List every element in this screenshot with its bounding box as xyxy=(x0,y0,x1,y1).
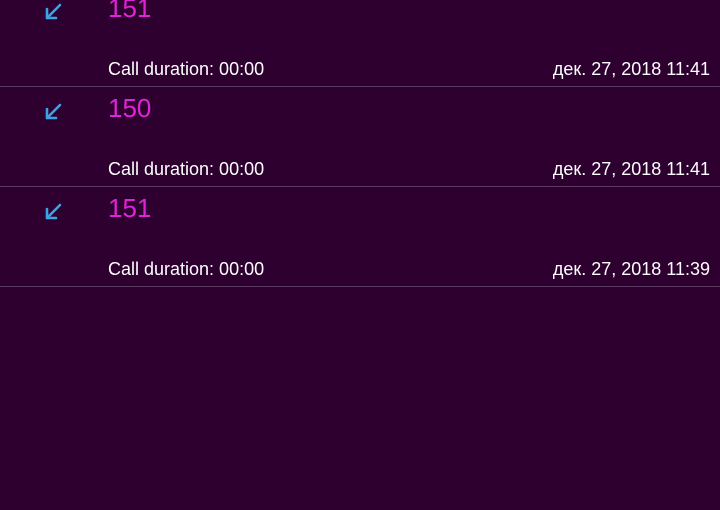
call-log-list: 151 Call duration: 00:00 дек. 27, 2018 1… xyxy=(0,0,720,287)
incoming-call-arrow-icon xyxy=(42,201,64,223)
call-log-screen: { "colors": { "background": "#2d0030", "… xyxy=(0,0,720,510)
caller-number: 150 xyxy=(108,93,152,123)
empty-list-area xyxy=(0,288,720,510)
call-log-item[interactable]: 151 Call duration: 00:00 дек. 27, 2018 1… xyxy=(0,0,720,87)
call-datetime: дек. 27, 2018 11:41 xyxy=(552,59,710,79)
call-datetime: дек. 27, 2018 11:39 xyxy=(552,259,710,279)
call-datetime: дек. 27, 2018 11:41 xyxy=(552,159,710,179)
call-duration: Call duration: 00:00 xyxy=(108,159,265,179)
call-log-item[interactable]: 150 Call duration: 00:00 дек. 27, 2018 1… xyxy=(0,87,720,187)
call-duration: Call duration: 00:00 xyxy=(108,259,265,279)
call-log-item[interactable]: 151 Call duration: 00:00 дек. 27, 2018 1… xyxy=(0,187,720,287)
call-duration: Call duration: 00:00 xyxy=(108,59,265,79)
caller-number: 151 xyxy=(108,0,152,23)
incoming-call-arrow-icon xyxy=(42,1,64,23)
caller-number: 151 xyxy=(108,193,152,223)
incoming-call-arrow-icon xyxy=(42,101,64,123)
